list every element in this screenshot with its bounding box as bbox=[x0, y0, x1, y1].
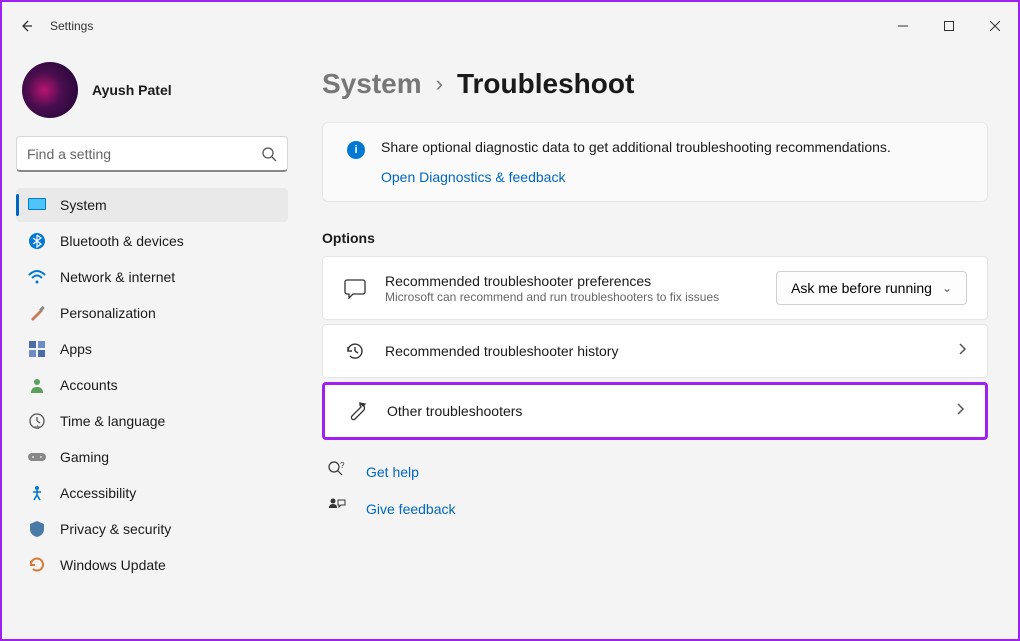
maximize-icon bbox=[944, 21, 954, 31]
page-title: Troubleshoot bbox=[457, 68, 634, 100]
minimize-button[interactable] bbox=[880, 10, 926, 42]
recommended-preferences-row[interactable]: Recommended troubleshooter preferences M… bbox=[322, 256, 988, 320]
bluetooth-icon bbox=[28, 232, 46, 250]
dropdown-value: Ask me before running bbox=[791, 280, 932, 296]
nav-item-update[interactable]: Windows Update bbox=[16, 548, 288, 582]
row-title: Recommended troubleshooter history bbox=[385, 343, 939, 359]
row-subtitle: Microsoft can recommend and run troubles… bbox=[385, 290, 758, 304]
main-content: System › Troubleshoot i Share optional d… bbox=[302, 50, 1018, 639]
row-title: Recommended troubleshooter preferences bbox=[385, 273, 758, 289]
svg-text:?: ? bbox=[340, 461, 345, 470]
nav-label: Accessibility bbox=[60, 485, 136, 501]
nav-item-time[interactable]: 文 Time & language bbox=[16, 404, 288, 438]
chevron-right-icon bbox=[955, 402, 965, 421]
give-feedback-link[interactable]: Give feedback bbox=[322, 497, 988, 520]
wifi-icon bbox=[28, 268, 46, 286]
clock-icon: 文 bbox=[28, 412, 46, 430]
avatar bbox=[22, 62, 78, 118]
chevron-down-icon: ⌄ bbox=[942, 281, 952, 295]
breadcrumb-parent[interactable]: System bbox=[322, 68, 422, 100]
nav-label: System bbox=[60, 197, 107, 213]
nav-item-gaming[interactable]: Gaming bbox=[16, 440, 288, 474]
troubleshooter-history-row[interactable]: Recommended troubleshooter history bbox=[322, 324, 988, 378]
maximize-button[interactable] bbox=[926, 10, 972, 42]
search-input[interactable] bbox=[27, 146, 261, 162]
other-troubleshooters-row[interactable]: Other troubleshooters bbox=[322, 382, 988, 440]
diagnostic-info-card: i Share optional diagnostic data to get … bbox=[322, 122, 988, 202]
chat-icon bbox=[343, 276, 367, 300]
nav-item-accounts[interactable]: Accounts bbox=[16, 368, 288, 402]
person-icon bbox=[28, 376, 46, 394]
shield-icon bbox=[28, 520, 46, 538]
nav-label: Gaming bbox=[60, 449, 109, 465]
nav-label: Personalization bbox=[60, 305, 156, 321]
accessibility-icon bbox=[28, 484, 46, 502]
chevron-right-icon: › bbox=[436, 71, 443, 97]
nav-item-network[interactable]: Network & internet bbox=[16, 260, 288, 294]
close-button[interactable] bbox=[972, 10, 1018, 42]
close-icon bbox=[990, 21, 1000, 31]
nav-list: System Bluetooth & devices Network & int… bbox=[16, 188, 288, 582]
help-icon: ? bbox=[328, 460, 348, 483]
get-help-link[interactable]: ? Get help bbox=[322, 460, 988, 483]
user-profile[interactable]: Ayush Patel bbox=[16, 62, 288, 118]
svg-text:文: 文 bbox=[34, 424, 41, 429]
link-label: Give feedback bbox=[366, 501, 456, 517]
nav-item-bluetooth[interactable]: Bluetooth & devices bbox=[16, 224, 288, 258]
feedback-icon bbox=[328, 497, 348, 520]
nav-label: Windows Update bbox=[60, 557, 166, 573]
chevron-right-icon bbox=[957, 342, 967, 361]
brush-icon bbox=[28, 304, 46, 322]
info-icon: i bbox=[347, 141, 365, 159]
nav-item-accessibility[interactable]: Accessibility bbox=[16, 476, 288, 510]
minimize-icon bbox=[898, 21, 908, 31]
sidebar: Ayush Patel System Bluetooth & devices N… bbox=[2, 50, 302, 639]
preferences-dropdown[interactable]: Ask me before running ⌄ bbox=[776, 271, 967, 305]
arrow-left-icon bbox=[18, 18, 34, 34]
breadcrumb: System › Troubleshoot bbox=[322, 68, 988, 100]
info-text: Share optional diagnostic data to get ad… bbox=[381, 139, 891, 155]
nav-item-personalization[interactable]: Personalization bbox=[16, 296, 288, 330]
open-diagnostics-link[interactable]: Open Diagnostics & feedback bbox=[381, 169, 891, 185]
search-input-container[interactable] bbox=[16, 136, 288, 172]
nav-label: Bluetooth & devices bbox=[60, 233, 184, 249]
options-heading: Options bbox=[322, 230, 988, 246]
nav-label: Accounts bbox=[60, 377, 118, 393]
link-label: Get help bbox=[366, 464, 419, 480]
nav-label: Network & internet bbox=[60, 269, 175, 285]
nav-item-privacy[interactable]: Privacy & security bbox=[16, 512, 288, 546]
app-title: Settings bbox=[50, 19, 93, 33]
history-icon bbox=[343, 339, 367, 363]
row-title: Other troubleshooters bbox=[387, 403, 937, 419]
wrench-icon bbox=[345, 399, 369, 423]
nav-label: Apps bbox=[60, 341, 92, 357]
search-icon bbox=[261, 146, 277, 162]
nav-label: Privacy & security bbox=[60, 521, 171, 537]
system-icon bbox=[28, 196, 46, 214]
user-name: Ayush Patel bbox=[92, 82, 172, 98]
nav-label: Time & language bbox=[60, 413, 165, 429]
apps-icon bbox=[28, 340, 46, 358]
update-icon bbox=[28, 556, 46, 574]
gaming-icon bbox=[28, 448, 46, 466]
back-button[interactable] bbox=[14, 14, 38, 38]
nav-item-apps[interactable]: Apps bbox=[16, 332, 288, 366]
nav-item-system[interactable]: System bbox=[16, 188, 288, 222]
